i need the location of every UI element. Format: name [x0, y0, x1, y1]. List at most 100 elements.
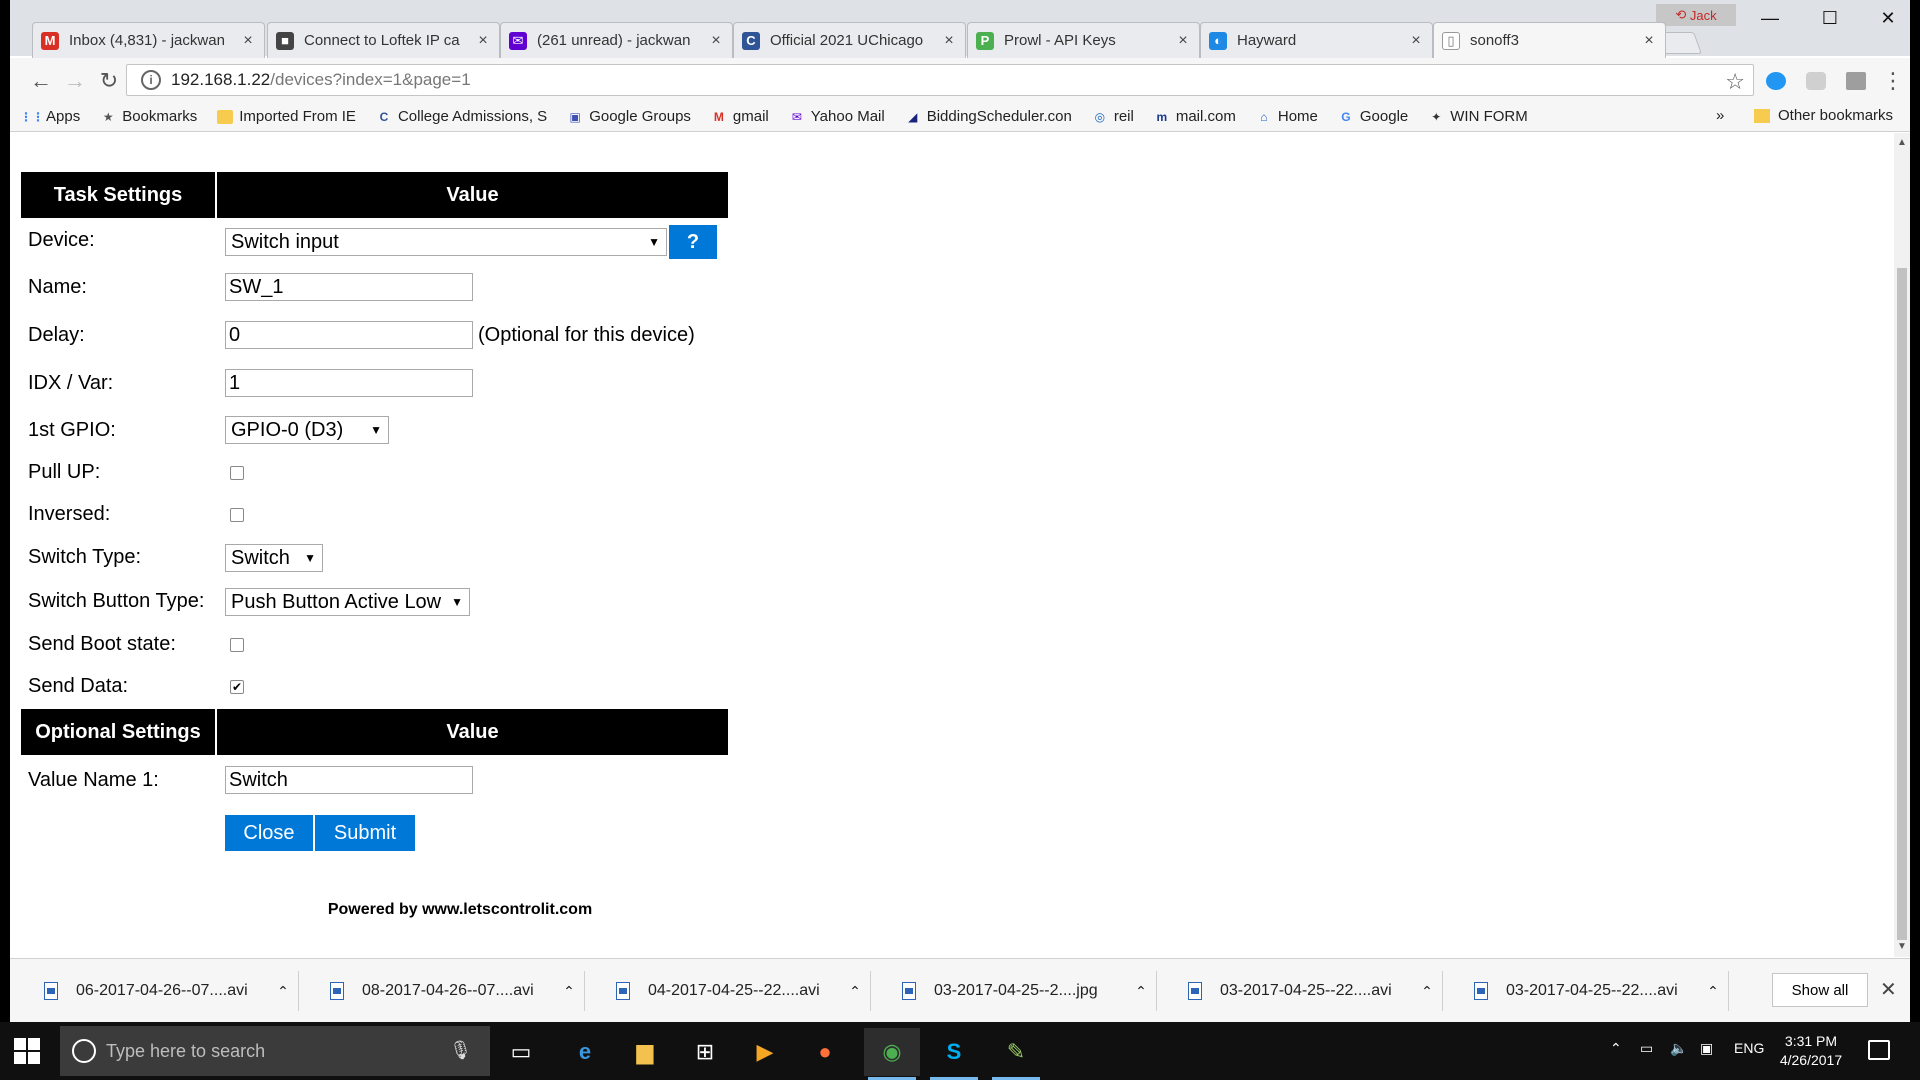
store-icon[interactable]: ⊞ — [677, 1028, 733, 1076]
tab-close-icon[interactable]: × — [941, 32, 957, 50]
language-indicator[interactable]: ENG — [1734, 1040, 1764, 1056]
tab-6[interactable]: ◐ Hayward × — [1200, 22, 1433, 58]
bookmark-9[interactable]: ◎ reil — [1092, 108, 1134, 125]
dropdown-arrow-icon: ▼ — [304, 551, 316, 565]
download-item[interactable]: 04-2017-04-25--22....avi ⌃ — [588, 971, 871, 1011]
tab-close-icon[interactable]: × — [1175, 32, 1191, 50]
chevron-up-icon[interactable]: ⌃ — [1698, 983, 1728, 1000]
idx-input[interactable] — [225, 369, 473, 397]
send-boot-state-checkbox[interactable] — [230, 638, 244, 652]
other-bookmarks[interactable]: Other bookmarks — [1754, 107, 1893, 124]
file-explorer-icon[interactable]: ▆ — [617, 1028, 673, 1076]
tab-7[interactable]: ▯ sonoff3 × — [1433, 22, 1666, 58]
task-view-icon[interactable]: ▭ — [493, 1028, 549, 1076]
tab-3[interactable]: ✉ (261 unread) - jackwan × — [500, 22, 733, 58]
tab-close-icon[interactable]: × — [240, 32, 256, 50]
maximize-button[interactable]: ☐ — [1810, 8, 1850, 30]
close-button[interactable]: Close — [225, 815, 313, 851]
bookmark-1[interactable]: ⋮⋮ Apps — [20, 108, 80, 125]
bookmark-12[interactable]: G Google — [1338, 108, 1408, 125]
bookmark-label: Bookmarks — [122, 108, 198, 125]
bookmark-4[interactable]: C College Admissions, S — [376, 108, 548, 125]
download-item[interactable]: 03-2017-04-25--2....jpg ⌃ — [874, 971, 1157, 1011]
extension-generic-icon[interactable] — [1806, 72, 1826, 90]
download-item[interactable]: 03-2017-04-25--22....avi ⌃ — [1446, 971, 1729, 1011]
scroll-down-icon[interactable]: ▼ — [1897, 941, 1907, 952]
microphone-icon[interactable]: 🎙 — [449, 1040, 472, 1061]
show-hidden-icons[interactable]: ⌃ — [1610, 1040, 1622, 1057]
scroll-thumb[interactable] — [1897, 268, 1907, 940]
minimize-button[interactable]: — — [1750, 8, 1790, 30]
network-icon[interactable]: ▣ — [1700, 1040, 1713, 1057]
device-select[interactable]: Switch input ▼ — [225, 228, 667, 256]
battery-icon[interactable]: ▭ — [1640, 1040, 1653, 1057]
submit-button[interactable]: Submit — [315, 815, 415, 851]
bookmark-5[interactable]: ▣ Google Groups — [567, 108, 691, 125]
tab-4[interactable]: C Official 2021 UChicago × — [733, 22, 966, 58]
paint-icon[interactable]: ✎ — [988, 1028, 1044, 1080]
tab-2[interactable]: ■ Connect to Loftek IP ca × — [267, 22, 500, 58]
chevron-up-icon[interactable]: ⌃ — [268, 983, 298, 1000]
help-button[interactable]: ? — [669, 225, 717, 259]
tab-close-icon[interactable]: × — [708, 32, 724, 50]
page-scrollbar[interactable]: ▲ ▼ — [1894, 133, 1910, 957]
value-name-input[interactable] — [225, 766, 473, 794]
volume-icon[interactable]: 🔈 — [1670, 1040, 1687, 1057]
taskbar-clock[interactable]: 3:31 PM 4/26/2017 — [1776, 1032, 1846, 1070]
chrome-icon[interactable]: ◉ — [864, 1028, 920, 1080]
bookmark-8[interactable]: ◢ BiddingScheduler.con — [905, 108, 1072, 125]
menu-icon[interactable]: ⋮ — [1880, 68, 1906, 94]
edge-icon[interactable]: e — [557, 1028, 613, 1076]
name-input[interactable] — [225, 273, 473, 301]
tab-close-icon[interactable]: × — [475, 32, 491, 50]
download-item[interactable]: 06-2017-04-26--07....avi ⌃ — [16, 971, 299, 1011]
gpio-select[interactable]: GPIO-0 (D3) ▼ — [225, 416, 389, 444]
profile-name: Jack — [1689, 7, 1717, 23]
inversed-checkbox[interactable] — [230, 508, 244, 522]
switch-type-select[interactable]: Switch ▼ — [225, 544, 323, 572]
chevron-up-icon[interactable]: ⌃ — [554, 983, 584, 1000]
scroll-up-icon[interactable]: ▲ — [1897, 137, 1907, 148]
delay-input[interactable] — [225, 321, 473, 349]
extension-cloud-icon[interactable] — [1766, 72, 1786, 90]
back-button[interactable]: ← — [28, 68, 54, 94]
windows-taskbar: Type here to search 🎙 ▭ e ▆ ⊞ ▶ ● ◉ S ✎ … — [0, 1022, 1920, 1080]
taskbar-search-box[interactable]: Type here to search 🎙 — [60, 1026, 490, 1076]
bookmark-6[interactable]: Mgmail — [711, 108, 769, 125]
download-item[interactable]: 08-2017-04-26--07....avi ⌃ — [302, 971, 585, 1011]
chevron-up-icon[interactable]: ⌃ — [1412, 983, 1442, 1000]
bookmark-7[interactable]: ✉ Yahoo Mail — [789, 108, 885, 125]
address-bar[interactable]: i 192.168.1.22/devices?index=1&page=1 ☆ — [126, 64, 1754, 96]
pullup-checkbox[interactable] — [230, 466, 244, 480]
switch-button-type-select[interactable]: Push Button Active Low ▼ — [225, 588, 470, 616]
send-data-checkbox[interactable]: ✔ — [230, 680, 244, 694]
chevron-up-icon[interactable]: ⌃ — [840, 983, 870, 1000]
device-label: Device: — [28, 229, 95, 251]
bookmark-2[interactable]: ★ Bookmarks — [100, 108, 197, 125]
close-shelf-icon[interactable]: ✕ — [1880, 977, 1897, 1002]
reload-button[interactable]: ↻ — [96, 68, 122, 94]
profile-button[interactable]: ⟲ Jack — [1656, 4, 1736, 26]
bookmark-11[interactable]: ⌂ Home — [1256, 108, 1318, 125]
firefox-icon[interactable]: ● — [797, 1028, 853, 1076]
skype-icon[interactable]: S — [926, 1028, 982, 1080]
extension-drive-icon[interactable] — [1846, 72, 1866, 90]
forward-button[interactable]: → — [62, 68, 88, 94]
show-all-downloads-button[interactable]: Show all — [1772, 973, 1868, 1007]
bookmark-10[interactable]: m mail.com — [1154, 108, 1236, 125]
bookmark-3[interactable]: Imported From IE — [217, 108, 356, 125]
window-close-button[interactable]: ✕ — [1868, 8, 1908, 30]
bookmarks-overflow-button[interactable]: » — [1716, 107, 1724, 124]
tab-1[interactable]: M Inbox (4,831) - jackwan × — [32, 22, 265, 58]
tab-close-icon[interactable]: × — [1408, 32, 1424, 50]
media-player-icon[interactable]: ▶ — [737, 1028, 793, 1076]
site-info-icon[interactable]: i — [141, 70, 161, 90]
tab-5[interactable]: P Prowl - API Keys × — [967, 22, 1200, 58]
tab-close-icon[interactable]: × — [1641, 32, 1657, 50]
chevron-up-icon[interactable]: ⌃ — [1126, 983, 1156, 1000]
bookmark-13[interactable]: ✦ WIN FORM — [1428, 108, 1528, 125]
download-item[interactable]: 03-2017-04-25--22....avi ⌃ — [1160, 971, 1443, 1011]
windows-start-icon[interactable] — [14, 1038, 40, 1064]
bookmark-star-icon[interactable]: ☆ — [1725, 69, 1745, 95]
action-center-icon[interactable] — [1868, 1040, 1890, 1060]
